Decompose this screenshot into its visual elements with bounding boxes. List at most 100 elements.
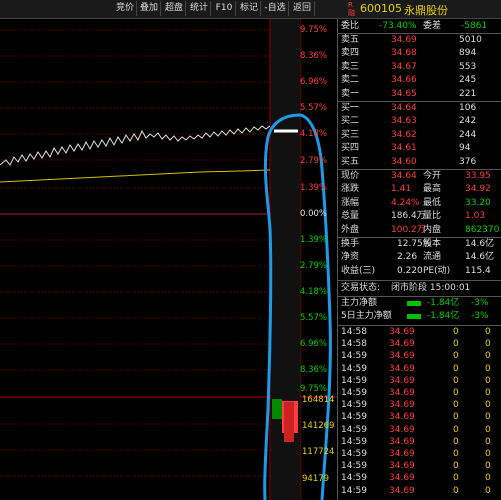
- flow-pct: -3%: [471, 298, 489, 308]
- pct-label: 8.36%: [300, 51, 328, 61]
- trade-row: 14:59 34.69 0 0: [339, 448, 499, 461]
- buy-order-row[interactable]: 买五 34.60 376: [341, 156, 499, 169]
- quote-label: 量比: [423, 211, 442, 222]
- trade-volume: 0: [453, 351, 459, 362]
- quote-row: 现价 34.64 今开 33.95: [341, 170, 499, 183]
- order-price: 34.66: [391, 75, 417, 86]
- stats-label: PE(动): [423, 265, 451, 276]
- quote-label: 涨跌: [341, 184, 360, 195]
- trade-row: 14:59 34.69 0 0: [339, 460, 499, 473]
- stats-value: 14.6亿: [465, 252, 495, 263]
- back-button[interactable]: 返回: [290, 1, 315, 16]
- order-price: 34.61: [391, 143, 417, 154]
- quote-label: 总量: [341, 211, 360, 222]
- pct-label: 0.00%: [300, 209, 328, 219]
- main-flow-row: 5日主力净额 -1.84亿 -3%: [341, 310, 499, 323]
- trade-row: 14:59 34.69 0 0: [339, 375, 499, 388]
- trade-row: 14:59 34.69 0 0: [339, 485, 499, 498]
- order-label: 买一: [341, 103, 360, 113]
- overlay-button[interactable]: 叠加: [138, 1, 161, 16]
- trade-count: 0: [485, 436, 491, 447]
- quote-label: 外盘: [341, 224, 360, 235]
- trade-price: 34.69: [389, 375, 415, 386]
- trade-count: 0: [485, 327, 491, 337]
- flow-pct: -3%: [471, 311, 489, 322]
- trade-price: 34.69: [389, 449, 415, 459]
- super-button[interactable]: 超盘: [163, 1, 186, 16]
- buy-order-row[interactable]: 买三 34.62 244: [341, 129, 499, 142]
- trade-volume: 0: [453, 400, 459, 411]
- trade-volume: 0: [453, 375, 459, 386]
- trade-row: 14:59 34.69 0 0: [339, 436, 499, 449]
- order-price: 34.68: [391, 48, 417, 59]
- quote-value: 33.95: [465, 171, 491, 181]
- price-line: [0, 125, 271, 166]
- trade-row: 14:59 34.69 0 0: [339, 399, 499, 412]
- order-volume: 553: [459, 61, 477, 72]
- order-volume: 5010: [459, 35, 482, 45]
- sell-order-row[interactable]: 卖二 34.66 245: [341, 74, 499, 87]
- trade-volume: 0: [453, 485, 459, 496]
- chart-canvas: [0, 19, 337, 500]
- trade-time: 14:59: [341, 424, 367, 435]
- order-price: 34.69: [391, 35, 417, 45]
- stats-label: 换手: [341, 239, 360, 249]
- quote-row: 涨幅 4.24% 最低 33.20: [341, 197, 499, 210]
- stats-value: 2.26: [397, 252, 418, 263]
- order-label: 卖三: [341, 61, 360, 72]
- order-price: 34.63: [391, 116, 417, 127]
- stats-value: 0.220: [397, 265, 423, 276]
- trade-count: 0: [485, 461, 491, 472]
- trade-status: 交易状态: 闭市阶段 15:00:01: [341, 283, 471, 293]
- intraday-chart[interactable]: 9.75% 8.36% 6.96% 5.57% 4.18% 2.79% 1.39…: [0, 19, 337, 500]
- buy-order-row[interactable]: 买二 34.63 242: [341, 115, 499, 128]
- f10-button[interactable]: F10: [213, 1, 236, 16]
- sell-order-row[interactable]: 卖三 34.67 553: [341, 61, 499, 74]
- trade-volume: 0: [453, 363, 459, 374]
- pct-label: 1.39%: [300, 235, 328, 245]
- order-volume: 94: [459, 143, 471, 154]
- quote-value: 33.20: [465, 197, 491, 208]
- sell-order-row[interactable]: 卖四 34.68 894: [341, 47, 499, 60]
- order-label: 买二: [341, 116, 360, 127]
- quote-row: 总量 186.4万 量比 1.03: [341, 210, 499, 223]
- trade-price: 34.69: [389, 412, 415, 423]
- jingjia-button[interactable]: 竞价: [114, 1, 137, 16]
- trade-time: 14:59: [341, 473, 367, 484]
- trade-time: 14:59: [341, 436, 367, 447]
- trade-time: 14:59: [341, 375, 367, 386]
- sell-order-row[interactable]: 卖五 34.69 5010: [341, 34, 499, 47]
- stats-row: 收益(三) 0.220 PE(动) 115.4: [341, 265, 499, 278]
- order-label: 卖二: [341, 75, 360, 86]
- quote-value: 186.4万: [391, 211, 426, 222]
- order-volume: 376: [459, 156, 477, 167]
- stock-name[interactable]: 永鼎股份: [404, 2, 448, 18]
- buy-order-row[interactable]: 买一 34.64 106: [341, 102, 499, 115]
- market-flag: R 融: [348, 1, 355, 17]
- quote-value: 1.03: [465, 211, 486, 222]
- flow-bar: [407, 301, 421, 306]
- mark-button[interactable]: 标记: [238, 1, 261, 16]
- trade-volume: 0: [453, 388, 459, 398]
- quote-value: 34.64: [391, 171, 417, 181]
- trade-count: 0: [485, 363, 491, 374]
- stats-button[interactable]: 统计: [188, 1, 211, 16]
- trade-price: 34.69: [389, 424, 415, 435]
- quote-value: 34.92: [465, 184, 491, 195]
- trade-time: 14:59: [341, 363, 367, 374]
- remove-favorite-button[interactable]: -自选: [262, 1, 289, 16]
- trade-time: 14:59: [341, 388, 367, 398]
- buy-order-row[interactable]: 买四 34.61 94: [341, 142, 499, 155]
- quote-value: 862370: [465, 224, 500, 235]
- sell-order-row[interactable]: 卖一 34.65 221: [341, 88, 499, 101]
- quote-label: 涨幅: [341, 197, 360, 208]
- pct-label: 4.18%: [300, 129, 328, 139]
- stats-label: 流通: [423, 252, 442, 263]
- flow-value: -1.84亿: [427, 311, 460, 322]
- trade-row: 14:59 34.69 0 0: [339, 472, 499, 485]
- trade-row: 14:59 34.69 0 0: [339, 363, 499, 376]
- trade-time: 14:59: [341, 412, 367, 423]
- order-volume: 245: [459, 75, 477, 86]
- order-price: 34.67: [391, 61, 417, 72]
- trade-volume: 0: [453, 424, 459, 435]
